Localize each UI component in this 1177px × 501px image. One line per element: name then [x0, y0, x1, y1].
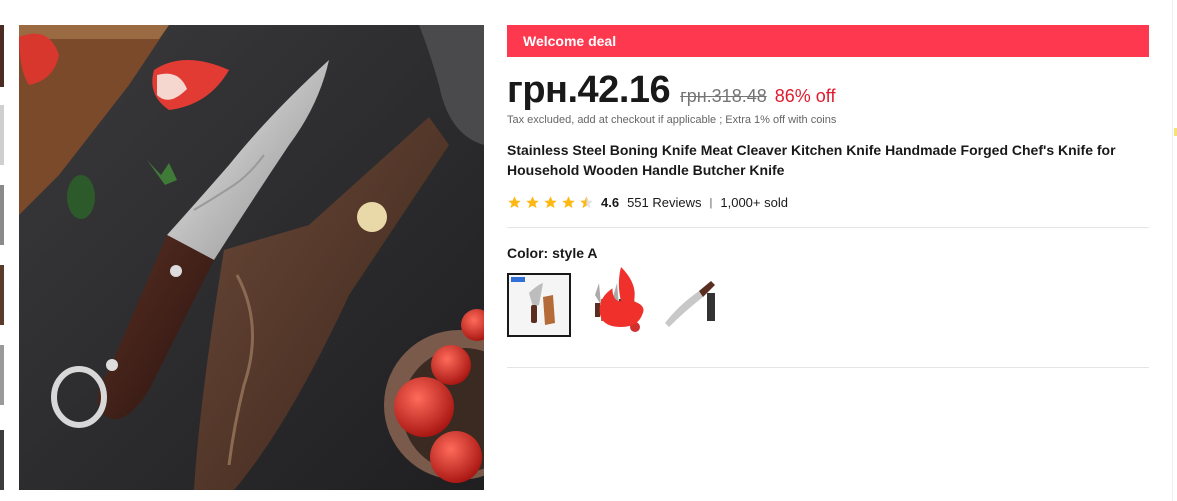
thumbnail-edge[interactable]	[0, 105, 4, 165]
reviews-link[interactable]: 551 Reviews	[627, 195, 701, 210]
divider	[507, 367, 1149, 368]
current-price: грн.42.16	[507, 69, 671, 111]
price-row: грн.42.16 грн.318.48 86% off	[507, 69, 1149, 112]
color-label-text: Color:	[507, 245, 549, 261]
selected-color: style A	[552, 245, 598, 261]
rating-row[interactable]: 4.6 551 Reviews | 1,000+ sold	[507, 195, 1149, 210]
thumbnail-edge[interactable]	[0, 185, 4, 245]
star-rating	[507, 195, 597, 210]
sold-count: 1,000+ sold	[720, 195, 788, 210]
tax-note: Tax excluded, add at checkout if applica…	[507, 114, 837, 126]
rating-value: 4.6	[601, 195, 620, 210]
swatch-style-b[interactable]	[585, 267, 645, 335]
swatch-style-a[interactable]	[507, 273, 571, 337]
star-icon	[526, 196, 539, 209]
fire-icon	[599, 267, 644, 327]
star-icon	[562, 196, 575, 209]
swatch-style-c[interactable]	[659, 275, 719, 335]
thumbnail-edge[interactable]	[0, 345, 4, 405]
welcome-deal-banner: Welcome deal	[507, 25, 1149, 57]
product-page: Welcome deal грн.42.16 грн.318.48 86% of…	[0, 0, 1177, 501]
thumbnail-edge[interactable]	[0, 265, 4, 325]
star-icon	[508, 196, 521, 209]
main-product-image[interactable]	[19, 25, 484, 490]
thumbnail-edge[interactable]	[0, 430, 4, 490]
separator: |	[709, 196, 713, 209]
half-star-icon	[580, 196, 593, 209]
thumbnail-edge[interactable]	[0, 25, 4, 87]
thumbnail-strip[interactable]	[0, 25, 4, 490]
product-info: Welcome deal грн.42.16 грн.318.48 86% of…	[507, 25, 1149, 368]
right-panel-edge	[1172, 0, 1173, 501]
star-icon	[544, 196, 557, 209]
divider	[507, 227, 1149, 228]
color-label: Color: style A	[507, 245, 1149, 261]
discount-percent: 86% off	[774, 86, 836, 106]
original-price: грн.318.48	[680, 86, 767, 106]
color-swatches	[507, 267, 1149, 337]
product-title: Stainless Steel Boning Knife Meat Cleave…	[507, 142, 1116, 178]
